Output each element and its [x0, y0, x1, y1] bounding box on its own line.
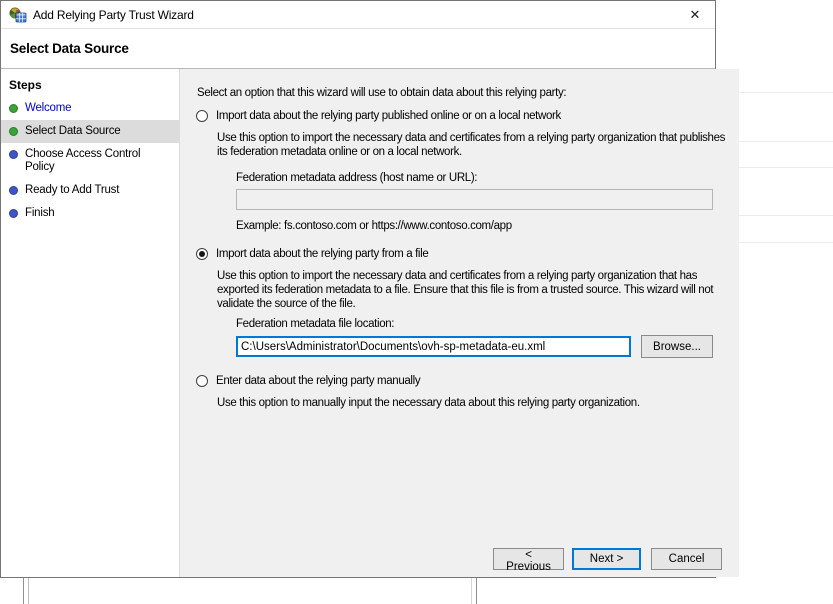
- title-bar: Add Relying Party Trust Wizard ✕: [1, 1, 715, 29]
- description-line: validate the source of the file.: [217, 297, 725, 311]
- previous-button[interactable]: < Previous: [493, 548, 564, 570]
- wizard-navigation: < Previous Next > Cancel: [493, 548, 722, 570]
- step-bullet-icon: [9, 104, 18, 113]
- step-item-select-data-source: Select Data Source: [1, 120, 179, 143]
- next-button[interactable]: Next >: [572, 548, 641, 570]
- step-label: Ready to Add Trust: [25, 184, 119, 197]
- option-description: Use this option to import the necessary …: [217, 269, 725, 311]
- federation-metadata-file-input[interactable]: [236, 336, 631, 357]
- step-label: Welcome: [25, 102, 71, 115]
- description-line: Use this option to manually input the ne…: [217, 396, 725, 410]
- step-item-choose-access-control-policy: Choose Access Control Policy: [1, 143, 179, 179]
- option-description: Use this option to manually input the ne…: [217, 396, 725, 410]
- step-label: Select Data Source: [25, 125, 120, 138]
- page-title: Select Data Source: [10, 41, 129, 56]
- step-item-welcome: Welcome: [1, 97, 179, 120]
- step-label: Finish: [25, 207, 54, 220]
- description-line: Use this option to import the necessary …: [217, 269, 725, 283]
- instruction-text: Select an option that this wizard will u…: [197, 86, 725, 100]
- federation-metadata-address-input: [236, 189, 713, 210]
- step-item-finish: Finish: [1, 202, 179, 225]
- option-description: Use this option to import the necessary …: [217, 131, 725, 159]
- radio-option-label: Enter data about the relying party manua…: [216, 374, 420, 388]
- cancel-button[interactable]: Cancel: [651, 548, 722, 570]
- background-window-edge: [23, 578, 24, 604]
- step-bullet-icon: [9, 209, 18, 218]
- close-icon[interactable]: ✕: [687, 7, 703, 23]
- background-window-edge: [28, 578, 29, 604]
- wizard-content-pane: Select an option that this wizard will u…: [180, 69, 739, 577]
- step-bullet-icon: [9, 186, 18, 195]
- metadata-address-label: Federation metadata address (host name o…: [236, 171, 725, 185]
- description-line: exported its federation metadata to a fi…: [217, 283, 725, 297]
- description-line: Use this option to import the necessary …: [217, 131, 725, 145]
- steps-sidebar: Steps Welcome Select Data Source Choose …: [1, 69, 180, 577]
- browse-button[interactable]: Browse...: [641, 335, 713, 358]
- window-title: Add Relying Party Trust Wizard: [33, 8, 194, 22]
- wizard-app-icon: [9, 7, 27, 23]
- radio-option-label: Import data about the relying party publ…: [216, 109, 561, 123]
- step-bullet-icon: [9, 127, 18, 136]
- radio-button-icon[interactable]: [196, 110, 208, 122]
- radio-button-icon[interactable]: [196, 248, 208, 260]
- background-window-edge: [476, 578, 477, 604]
- step-item-ready-to-add-trust: Ready to Add Trust: [1, 179, 179, 202]
- radio-button-icon[interactable]: [196, 375, 208, 387]
- step-bullet-icon: [9, 150, 18, 159]
- add-relying-party-trust-wizard-dialog: Add Relying Party Trust Wizard ✕ Select …: [0, 0, 716, 578]
- description-line: its federation metadata online or on a l…: [217, 145, 725, 159]
- step-label: Choose Access Control Policy: [25, 148, 171, 174]
- steps-heading: Steps: [1, 74, 179, 97]
- page-header: Select Data Source: [1, 29, 715, 69]
- radio-option-label: Import data about the relying party from…: [216, 247, 428, 261]
- radio-option-import-online[interactable]: Import data about the relying party publ…: [196, 109, 725, 123]
- radio-option-enter-manually[interactable]: Enter data about the relying party manua…: [196, 374, 725, 388]
- example-text: Example: fs.contoso.com or https://www.c…: [236, 219, 725, 233]
- metadata-file-location-label: Federation metadata file location:: [236, 317, 725, 331]
- radio-option-import-from-file[interactable]: Import data about the relying party from…: [196, 247, 725, 261]
- background-window-edge: [471, 578, 472, 604]
